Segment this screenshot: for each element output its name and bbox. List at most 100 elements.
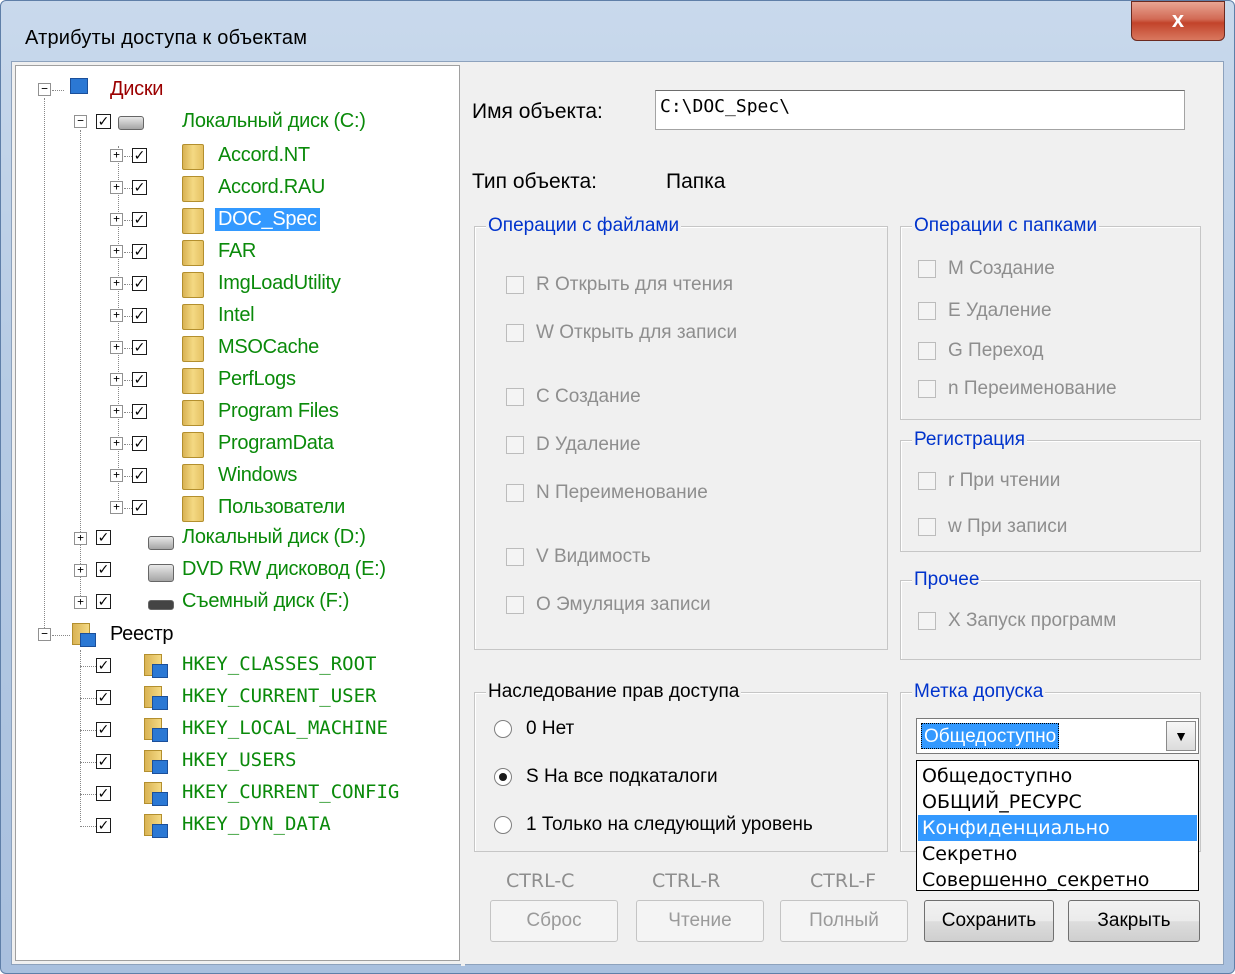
tree-item-folder[interactable]: MSOCache: [218, 336, 319, 359]
expand-folder-toggle[interactable]: +: [110, 309, 123, 322]
tree-item-folder[interactable]: Accord.NT: [218, 144, 310, 167]
checkbox-file-ops[interactable]: W Открыть для записи: [506, 322, 737, 344]
access-label-dropdown-list[interactable]: Общедоступно ОБЩИЙ_РЕСУРС Конфиденциально С…: [916, 760, 1199, 891]
tree-item-drive-d[interactable]: Локальный диск (D:): [182, 526, 366, 549]
expand-folder-toggle[interactable]: +: [110, 469, 123, 482]
checkbox-folder[interactable]: ✓: [132, 180, 147, 195]
expand-folder-toggle[interactable]: +: [110, 181, 123, 194]
dropdown-option[interactable]: Секретно: [918, 841, 1197, 867]
checkbox-drive-c[interactable]: ✓: [96, 114, 111, 129]
checkbox-registry-key[interactable]: ✓: [96, 658, 111, 673]
expand-folder-toggle[interactable]: +: [110, 437, 123, 450]
tree-item-drive-e[interactable]: DVD RW дисковод (E:): [182, 558, 386, 581]
checkbox-drive-f[interactable]: ✓: [96, 594, 111, 609]
checkbox-folder[interactable]: ✓: [132, 148, 147, 163]
tree-item-folder[interactable]: PerfLogs: [218, 368, 296, 391]
checkbox-folder-ops[interactable]: E Удаление: [918, 300, 1052, 322]
checkbox-box[interactable]: [918, 260, 936, 278]
close-window-button[interactable]: x: [1131, 1, 1225, 41]
tree-item-registry-key[interactable]: HKEY_CURRENT_CONFIG: [182, 781, 399, 803]
tree-item-registry[interactable]: Реестр: [110, 623, 174, 646]
tree-item-drive-f[interactable]: Съемный диск (F:): [182, 590, 349, 613]
expand-folder-toggle[interactable]: +: [110, 341, 123, 354]
checkbox-registry-key[interactable]: ✓: [96, 722, 111, 737]
checkbox-file-ops[interactable]: V Видимость: [506, 546, 651, 568]
dropdown-option[interactable]: Общедоступно: [918, 763, 1197, 789]
checkbox-box[interactable]: [918, 472, 936, 490]
collapse-registry-toggle[interactable]: −: [38, 628, 51, 641]
tree-item-folder[interactable]: DOC_Spec: [215, 208, 320, 231]
expand-folder-toggle[interactable]: +: [110, 277, 123, 290]
radio-dot[interactable]: [494, 816, 512, 834]
object-name-input[interactable]: C:\DOC_Spec\: [655, 90, 1185, 130]
title-bar[interactable]: Атрибуты доступа к объектам x: [1, 1, 1235, 59]
checkbox-other[interactable]: X Запуск программ: [918, 610, 1116, 632]
radio-dot[interactable]: [494, 720, 512, 738]
checkbox-box[interactable]: [506, 276, 524, 294]
expand-drive-d-toggle[interactable]: +: [74, 532, 87, 545]
dropdown-option[interactable]: ОБЩИЙ_РЕСУРС: [918, 789, 1197, 815]
dropdown-option[interactable]: Совершенно_секретно: [918, 867, 1197, 893]
expand-folder-toggle[interactable]: +: [110, 245, 123, 258]
checkbox-box[interactable]: [918, 342, 936, 360]
tree-item-registry-key[interactable]: HKEY_LOCAL_MACHINE: [182, 717, 388, 739]
checkbox-box[interactable]: [506, 436, 524, 454]
checkbox-registration[interactable]: w При записи: [918, 516, 1067, 538]
expand-drive-e-toggle[interactable]: +: [74, 564, 87, 577]
tree-item-folder[interactable]: FAR: [218, 240, 256, 263]
checkbox-folder-ops[interactable]: n Переименование: [918, 378, 1117, 400]
tree-item-registry-key[interactable]: HKEY_CURRENT_USER: [182, 685, 376, 707]
tree-item-folder[interactable]: Program Files: [218, 400, 339, 423]
checkbox-file-ops[interactable]: C Создание: [506, 386, 641, 408]
checkbox-file-ops[interactable]: O Эмуляция записи: [506, 594, 711, 616]
reset-button[interactable]: Сброс: [490, 900, 618, 942]
dropdown-option[interactable]: Конфиденциально: [918, 815, 1197, 841]
checkbox-folder[interactable]: ✓: [132, 404, 147, 419]
checkbox-registry-key[interactable]: ✓: [96, 754, 111, 769]
checkbox-box[interactable]: [506, 324, 524, 342]
checkbox-file-ops[interactable]: R Открыть для чтения: [506, 274, 733, 296]
pane-splitter[interactable]: [461, 62, 465, 966]
checkbox-drive-d[interactable]: ✓: [96, 530, 111, 545]
checkbox-registry-key[interactable]: ✓: [96, 818, 111, 833]
collapse-disks-toggle[interactable]: −: [38, 83, 51, 96]
checkbox-folder[interactable]: ✓: [132, 308, 147, 323]
checkbox-folder[interactable]: ✓: [132, 212, 147, 227]
checkbox-box[interactable]: [506, 596, 524, 614]
expand-drive-f-toggle[interactable]: +: [74, 596, 87, 609]
close-button[interactable]: Закрыть: [1068, 900, 1200, 942]
radio-inheritance[interactable]: 0 Нет: [494, 718, 574, 740]
checkbox-box[interactable]: [918, 612, 936, 630]
expand-folder-toggle[interactable]: +: [110, 373, 123, 386]
tree-item-folder[interactable]: Windows: [218, 464, 297, 487]
checkbox-folder-ops[interactable]: M Создание: [918, 258, 1055, 280]
checkbox-file-ops[interactable]: D Удаление: [506, 434, 641, 456]
object-tree[interactable]: − Диски − ✓ Локальный диск (C:) + ✓ Accord…: [15, 65, 460, 961]
full-button[interactable]: Полный: [780, 900, 908, 942]
radio-inheritance[interactable]: 1 Только на следующий уровень: [494, 814, 813, 836]
expand-folder-toggle[interactable]: +: [110, 405, 123, 418]
tree-item-disks[interactable]: Диски: [110, 78, 163, 101]
tree-item-registry-key[interactable]: HKEY_USERS: [182, 749, 296, 771]
checkbox-folder[interactable]: ✓: [132, 244, 147, 259]
checkbox-box[interactable]: [918, 302, 936, 320]
tree-item-folder[interactable]: Пользователи: [218, 496, 345, 519]
checkbox-registry-key[interactable]: ✓: [96, 690, 111, 705]
checkbox-box[interactable]: [506, 388, 524, 406]
checkbox-drive-e[interactable]: ✓: [96, 562, 111, 577]
checkbox-box[interactable]: [506, 484, 524, 502]
expand-folder-toggle[interactable]: +: [110, 501, 123, 514]
read-button[interactable]: Чтение: [636, 900, 764, 942]
radio-dot[interactable]: [494, 768, 512, 786]
checkbox-folder[interactable]: ✓: [132, 436, 147, 451]
checkbox-folder[interactable]: ✓: [132, 340, 147, 355]
checkbox-box[interactable]: [918, 518, 936, 536]
collapse-drive-c-toggle[interactable]: −: [74, 115, 87, 128]
save-button[interactable]: Сохранить: [924, 900, 1054, 942]
checkbox-registration[interactable]: r При чтении: [918, 470, 1060, 492]
tree-item-registry-key[interactable]: HKEY_CLASSES_ROOT: [182, 653, 376, 675]
tree-item-folder[interactable]: ProgramData: [218, 432, 334, 455]
tree-item-drive-c[interactable]: Локальный диск (C:): [182, 110, 366, 133]
checkbox-file-ops[interactable]: N Переименование: [506, 482, 708, 504]
tree-item-folder[interactable]: Intel: [218, 304, 255, 327]
